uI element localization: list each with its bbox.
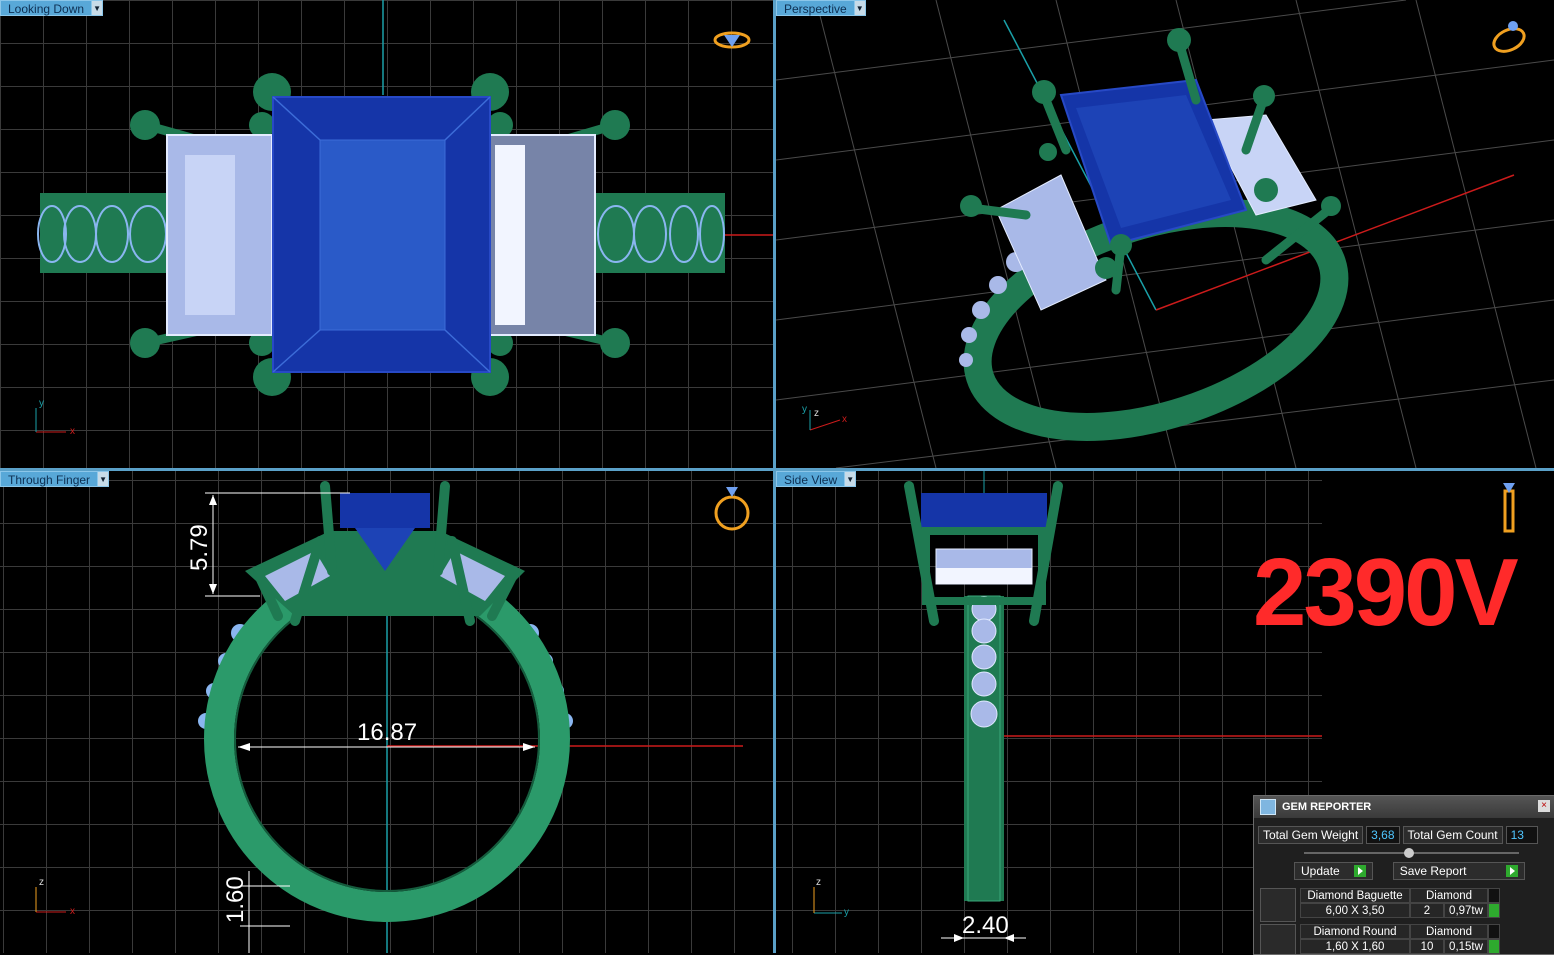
baguette-gem-icon <box>1260 888 1296 922</box>
chevron-down-icon[interactable]: ▼ <box>98 471 110 487</box>
viewport-tab[interactable]: Looking Down ▼ <box>0 0 104 16</box>
gem-weight: 0,97tw <box>1444 903 1488 918</box>
go-icon[interactable] <box>1488 888 1500 903</box>
ring-perspective-view <box>776 0 1554 468</box>
axis-label-x: x <box>70 426 75 437</box>
play-icon <box>1353 865 1366 877</box>
gem-size: 6,00 X 3,50 <box>1300 903 1410 918</box>
gem-name: Diamond Round <box>1300 924 1410 939</box>
gem-list-item[interactable]: Diamond Round Diamond 1,60 X 1,60 10 0,1… <box>1260 924 1522 954</box>
viewport-tab[interactable]: Side View ▼ <box>776 471 857 487</box>
axis-label-x: x <box>70 906 75 917</box>
gem-material: Diamond <box>1410 924 1488 939</box>
dimension-band-width: 2.40 <box>962 912 1009 939</box>
play-icon[interactable] <box>1488 939 1500 954</box>
viewport-perspective[interactable]: Perspective ▼ x z y <box>776 0 1554 468</box>
viewport-tab[interactable]: Through Finger ▼ <box>0 471 110 487</box>
round-gem-icon <box>1260 924 1296 954</box>
total-gem-weight-value: 3,68 <box>1366 826 1400 844</box>
chevron-down-icon[interactable]: ▼ <box>845 471 857 487</box>
dimension-inner-diameter: 16.87 <box>357 719 418 746</box>
gem-name: Diamond Baguette <box>1300 888 1410 903</box>
gem-material: Diamond <box>1410 888 1488 903</box>
save-report-button[interactable]: Save Report <box>1392 862 1526 880</box>
gem-reporter-title: GEM REPORTER <box>1282 801 1372 813</box>
slider-handle[interactable] <box>1404 848 1414 858</box>
gem-list-item[interactable]: Diamond Baguette Diamond 6,00 X 3,50 2 0… <box>1260 888 1522 922</box>
chevron-down-icon[interactable]: ▼ <box>854 0 866 16</box>
axis-label-z: z <box>814 408 819 419</box>
viewport-label: Through Finger <box>0 471 99 487</box>
ring-top-view <box>35 0 773 433</box>
gem-reporter-slider[interactable] <box>1304 848 1519 858</box>
save-report-label: Save Report <box>1399 864 1467 878</box>
go-icon[interactable] <box>1488 924 1500 939</box>
axis-label-z: z <box>816 877 821 888</box>
viewport-looking-down[interactable]: Looking Down ▼ x y <box>0 0 773 468</box>
gem-reporter-titlebar[interactable]: GEM REPORTER × <box>1254 796 1554 818</box>
update-button[interactable]: Update <box>1294 862 1373 880</box>
gem-count: 10 <box>1410 939 1444 954</box>
axis-label-y: y <box>39 398 44 409</box>
gem-count: 2 <box>1410 903 1444 918</box>
play-icon <box>1506 865 1519 877</box>
chevron-down-icon[interactable]: ▼ <box>92 0 104 16</box>
gem-size: 1,60 X 1,60 <box>1300 939 1410 954</box>
gem-weight: 0,15tw <box>1444 939 1488 954</box>
viewport-label: Looking Down <box>0 0 93 16</box>
total-gem-weight-label: Total Gem Weight <box>1258 826 1364 844</box>
axis-label-x: x <box>842 414 847 425</box>
dimension-band-thickness: 1.60 <box>222 876 249 923</box>
model-number: 2390V <box>1253 539 1519 646</box>
gem-reporter-icon <box>1260 799 1276 815</box>
total-gem-count-label: Total Gem Count <box>1402 826 1503 844</box>
viewport-label: Perspective <box>776 0 855 16</box>
dimension-height: 5.79 <box>186 524 213 571</box>
viewport-label: Side View <box>776 471 846 487</box>
gem-reporter-panel: GEM REPORTER × Total Gem Weight 3,68 Tot… <box>1253 795 1554 955</box>
close-icon[interactable]: × <box>1538 800 1550 812</box>
play-icon[interactable] <box>1488 903 1500 918</box>
viewport-tab[interactable]: Perspective ▼ <box>776 0 866 16</box>
ring-front-view <box>35 481 750 953</box>
total-gem-count-value: 13 <box>1505 826 1538 844</box>
update-label: Update <box>1301 864 1340 878</box>
axis-label-z: z <box>39 877 44 888</box>
viewport-through-finger[interactable]: Through Finger ▼ 5.79 16.87 1.60 x z <box>0 471 773 953</box>
axis-label-y: y <box>844 907 849 918</box>
axis-label-y: y <box>802 404 807 415</box>
